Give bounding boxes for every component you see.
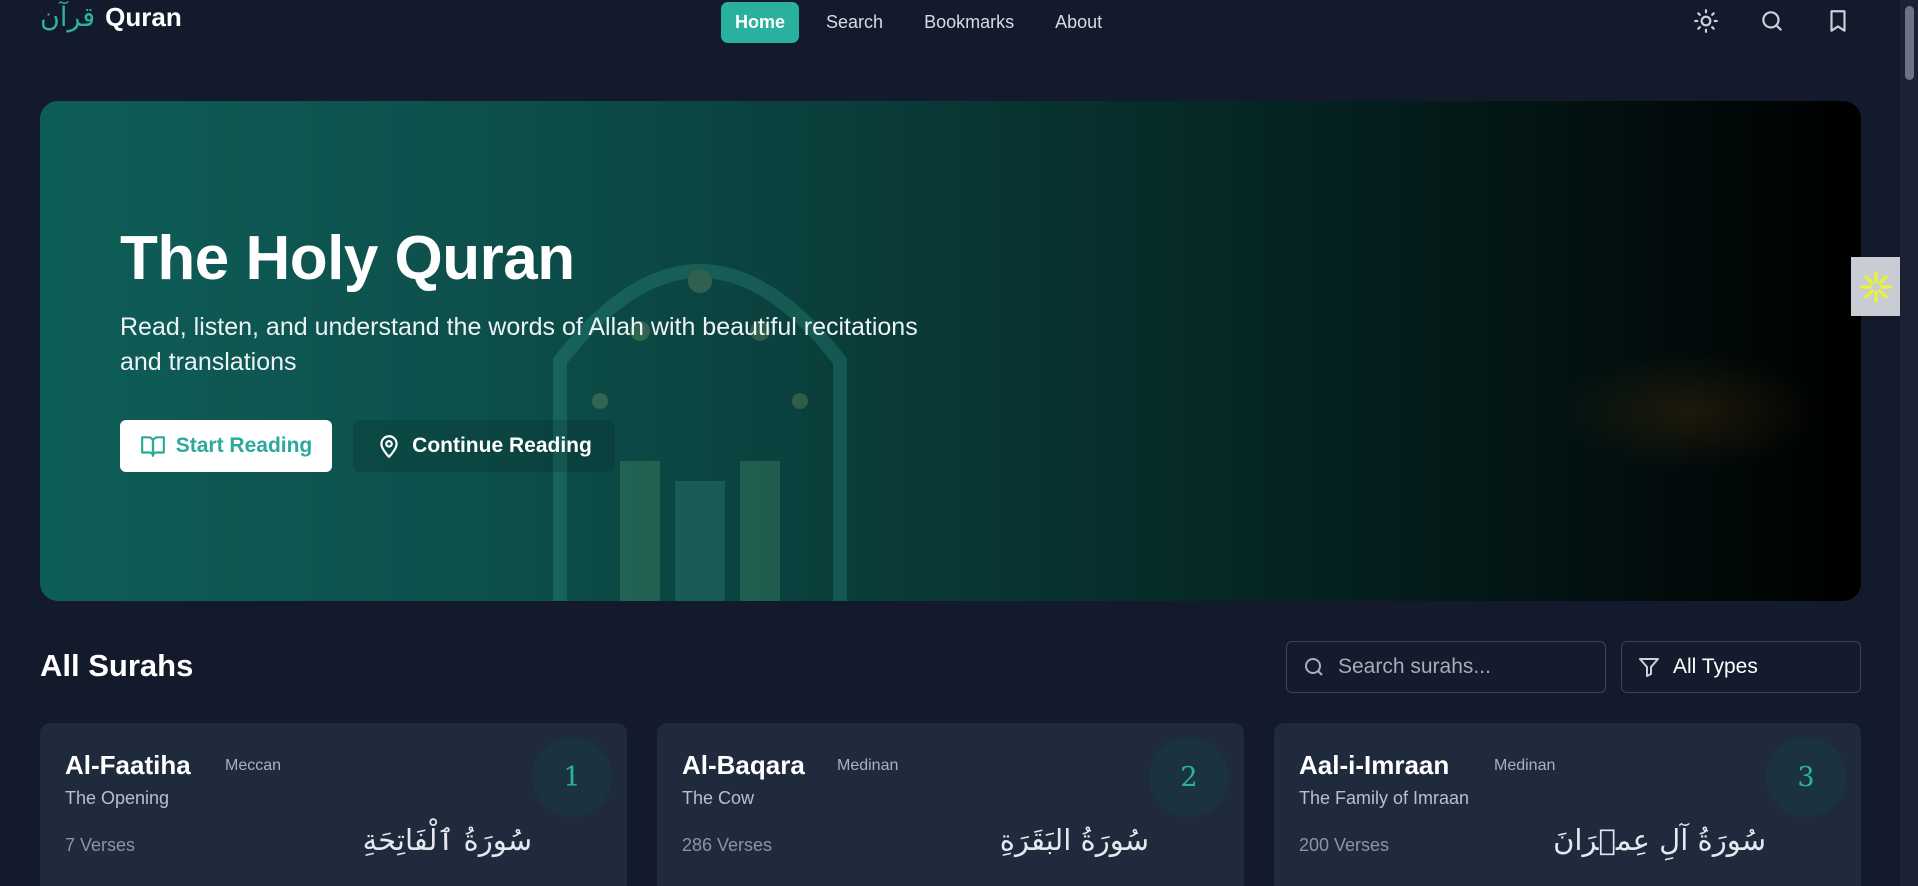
map-pin-icon <box>380 435 398 458</box>
surah-name: Al-Faatiha <box>65 750 191 780</box>
surah-name: Aal-i-Imraan <box>1299 750 1450 780</box>
continue-reading-button[interactable]: Continue Reading <box>353 420 615 472</box>
filter-icon <box>1639 658 1659 677</box>
continue-reading-label: Continue Reading <box>412 434 592 457</box>
surah-english-name: The Opening <box>65 788 170 808</box>
surah-english-name: The Cow <box>682 788 755 808</box>
brand-arabic: قرآن <box>40 2 96 33</box>
surah-verses: 7 Verses <box>65 835 136 855</box>
asterisk-icon <box>1860 270 1892 303</box>
surah-arabic-name: سُورَةُ آلِ عِمۡرَانَ <box>1553 823 1766 857</box>
page-scrollbar[interactable] <box>1900 0 1918 886</box>
surah-search[interactable] <box>1286 641 1606 693</box>
main-nav: Home Search Bookmarks About <box>721 0 1129 44</box>
hero-subtitle: Read, listen, and understand the words o… <box>120 313 918 376</box>
surah-verses: 200 Verses <box>1299 835 1390 855</box>
surah-arabic-name: سُورَةُ ٱلْفَاتِحَةِ <box>362 823 532 857</box>
navbar: قرآن Quran Home Search Bookmarks About <box>0 0 1900 44</box>
book-open-icon <box>140 436 165 457</box>
brand-name: Quran <box>105 2 182 32</box>
surah-card[interactable]: Aal-i-Imraan Medinan The Family of Imraa… <box>1274 723 1861 886</box>
sun-icon[interactable] <box>1693 8 1719 34</box>
surah-number: 3 <box>1766 737 1846 817</box>
surah-type: Meccan <box>225 757 282 774</box>
hero-banner: The Holy Quran Read, listen, and underst… <box>40 101 1861 601</box>
brand-logo[interactable]: قرآن Quran <box>40 2 182 33</box>
surah-number: 2 <box>1149 737 1229 817</box>
surah-card[interactable]: Al-Faatiha Meccan The Opening 7 Verses 1… <box>40 723 627 886</box>
surah-arabic-name: سُورَةُ البَقَرَةِ <box>999 823 1149 857</box>
type-filter-value: All Types <box>1673 655 1758 678</box>
search-icon <box>1305 658 1323 676</box>
surah-type: Medinan <box>837 757 899 774</box>
surah-english-name: The Family of Imraan <box>1299 788 1470 808</box>
bookmark-icon[interactable] <box>1825 8 1851 34</box>
start-reading-label: Start Reading <box>175 434 313 457</box>
hero-glow <box>1560 351 1820 471</box>
nav-actions <box>1693 8 1851 34</box>
surah-type: Medinan <box>1494 757 1556 774</box>
surah-card[interactable]: Al-Baqara Medinan The Cow 286 Verses 2 س… <box>657 723 1244 886</box>
nav-home[interactable]: Home <box>721 1 800 43</box>
search-icon[interactable] <box>1759 8 1785 34</box>
surah-search-input[interactable] <box>1338 655 1588 679</box>
start-reading-button[interactable]: Start Reading <box>120 420 332 472</box>
scrollbar-thumb[interactable] <box>1905 6 1914 80</box>
nav-bookmarks[interactable]: Bookmarks <box>910 2 1028 43</box>
type-filter-select[interactable]: All Types <box>1621 641 1861 693</box>
nav-search[interactable]: Search <box>812 2 897 43</box>
section-title: All Surahs <box>40 648 194 683</box>
floating-widget[interactable] <box>1851 257 1901 316</box>
surah-number: 1 <box>532 737 612 817</box>
hero-title: The Holy Quran <box>120 224 575 293</box>
nav-about[interactable]: About <box>1041 2 1116 43</box>
surah-verses: 286 Verses <box>682 835 773 855</box>
surah-name: Al-Baqara <box>682 750 805 780</box>
